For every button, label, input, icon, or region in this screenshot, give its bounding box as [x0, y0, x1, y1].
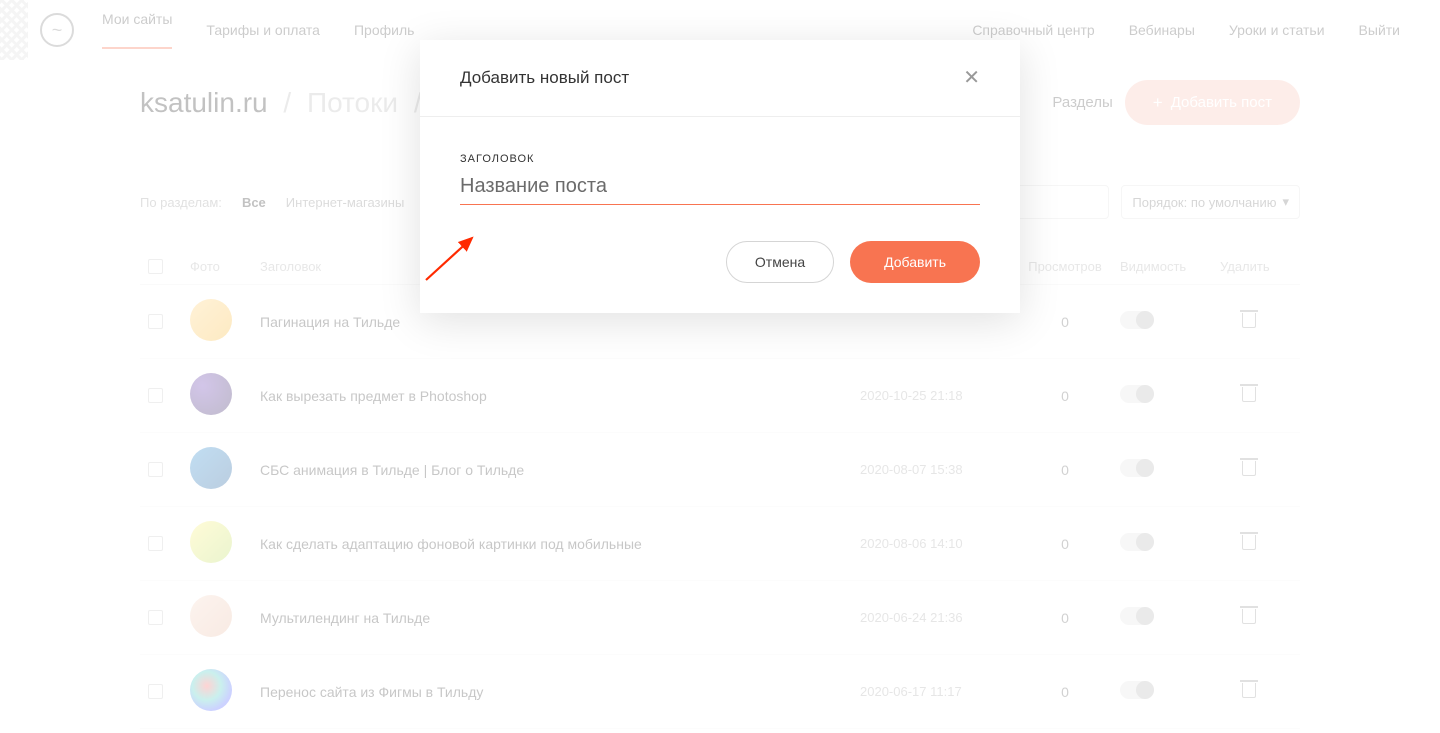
modal-body: ЗАГОЛОВОК Отмена Добавить: [420, 117, 1020, 313]
modal-actions: Отмена Добавить: [460, 241, 980, 283]
modal-title: Добавить новый пост: [460, 68, 629, 88]
add-post-modal: Добавить новый пост ✕ ЗАГОЛОВОК Отмена Д…: [420, 40, 1020, 313]
close-icon[interactable]: ✕: [963, 68, 980, 88]
modal-header: Добавить новый пост ✕: [420, 40, 1020, 117]
add-button[interactable]: Добавить: [850, 241, 980, 283]
field-label-title: ЗАГОЛОВОК: [460, 153, 980, 165]
cancel-button[interactable]: Отмена: [726, 241, 834, 283]
post-title-input[interactable]: [460, 165, 980, 205]
